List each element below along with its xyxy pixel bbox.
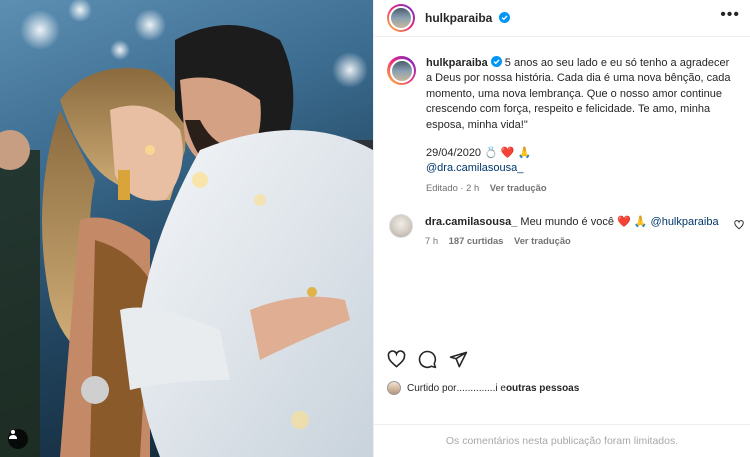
caption-avatar[interactable] — [387, 56, 416, 85]
author-username[interactable]: hulkparaiba — [425, 11, 510, 25]
liked-by-middle: i e — [495, 382, 506, 394]
comment-meta: 7 h 187 curtidas Ver tradução — [425, 233, 719, 248]
caption-body: hulkparaiba 5 anos ao seu lado e eu só t… — [426, 56, 738, 195]
caption-emojis: 💍 ❤️ 🙏 — [484, 147, 532, 160]
liker-avatar[interactable] — [387, 381, 401, 395]
couple-kissing-image — [0, 0, 373, 457]
liked-by-others[interactable]: outras pessoas — [506, 383, 579, 394]
author-username-text[interactable]: hulkparaiba — [425, 11, 492, 25]
liked-by-hidden-name[interactable]: .............. — [456, 383, 495, 394]
caption-edited-time: Editado · 2 h — [426, 181, 480, 193]
comment-mention[interactable]: @hulkparaiba — [651, 216, 719, 228]
instagram-post: hulkparaiba ••• hulkparaiba 5 anos ao se… — [0, 0, 750, 457]
comment-avatar[interactable] — [389, 214, 413, 239]
verified-badge-icon — [490, 56, 502, 67]
paper-plane-icon[interactable] — [449, 350, 468, 369]
tag-button[interactable] — [8, 429, 28, 449]
comment-like-icon[interactable] — [734, 220, 744, 230]
person-tag-icon — [9, 430, 17, 439]
caption-translate-link[interactable]: Ver tradução — [490, 182, 547, 193]
post-photo[interactable] — [0, 0, 373, 457]
comment-emojis: ❤️ 🙏 — [617, 216, 648, 229]
post-actions — [387, 350, 468, 369]
comment: dra.camilasousa_ Meu mundo é você ❤️ 🙏 @… — [374, 195, 750, 248]
verified-badge-icon — [498, 12, 510, 23]
comment-body: dra.camilasousa_ Meu mundo é você ❤️ 🙏 @… — [425, 215, 719, 248]
comment-username[interactable]: dra.camilasousa_ — [425, 216, 517, 228]
caption: hulkparaiba 5 anos ao seu lado e eu só t… — [374, 37, 750, 195]
more-options-button[interactable]: ••• — [720, 7, 740, 29]
comment-time: 7 h — [425, 235, 439, 247]
heart-outline-icon[interactable] — [387, 350, 406, 369]
caption-meta: Editado · 2 h Ver tradução — [426, 180, 738, 195]
liked-by: Curtido por .............. i e outras pe… — [387, 381, 579, 395]
comment-text: Meu mundo é você — [517, 216, 618, 229]
liked-by-prefix: Curtido por — [407, 382, 457, 394]
comments-limited-notice: Os comentários nesta publicação foram li… — [374, 424, 750, 457]
caption-date-line: 29/04/2020 💍 ❤️ 🙏 — [426, 146, 738, 161]
post-side-panel: hulkparaiba ••• hulkparaiba 5 anos ao se… — [373, 0, 750, 457]
comment-translate-link[interactable]: Ver tradução — [514, 235, 571, 246]
author-avatar[interactable] — [387, 4, 415, 32]
caption-username[interactable]: hulkparaiba — [426, 57, 488, 69]
speech-bubble-icon[interactable] — [418, 350, 437, 369]
post-header: hulkparaiba ••• — [374, 0, 750, 37]
comment-likes[interactable]: 187 curtidas — [449, 235, 504, 246]
caption-mention[interactable]: @dra.camilasousa_ — [426, 161, 738, 176]
caption-date: 29/04/2020 — [426, 147, 482, 160]
